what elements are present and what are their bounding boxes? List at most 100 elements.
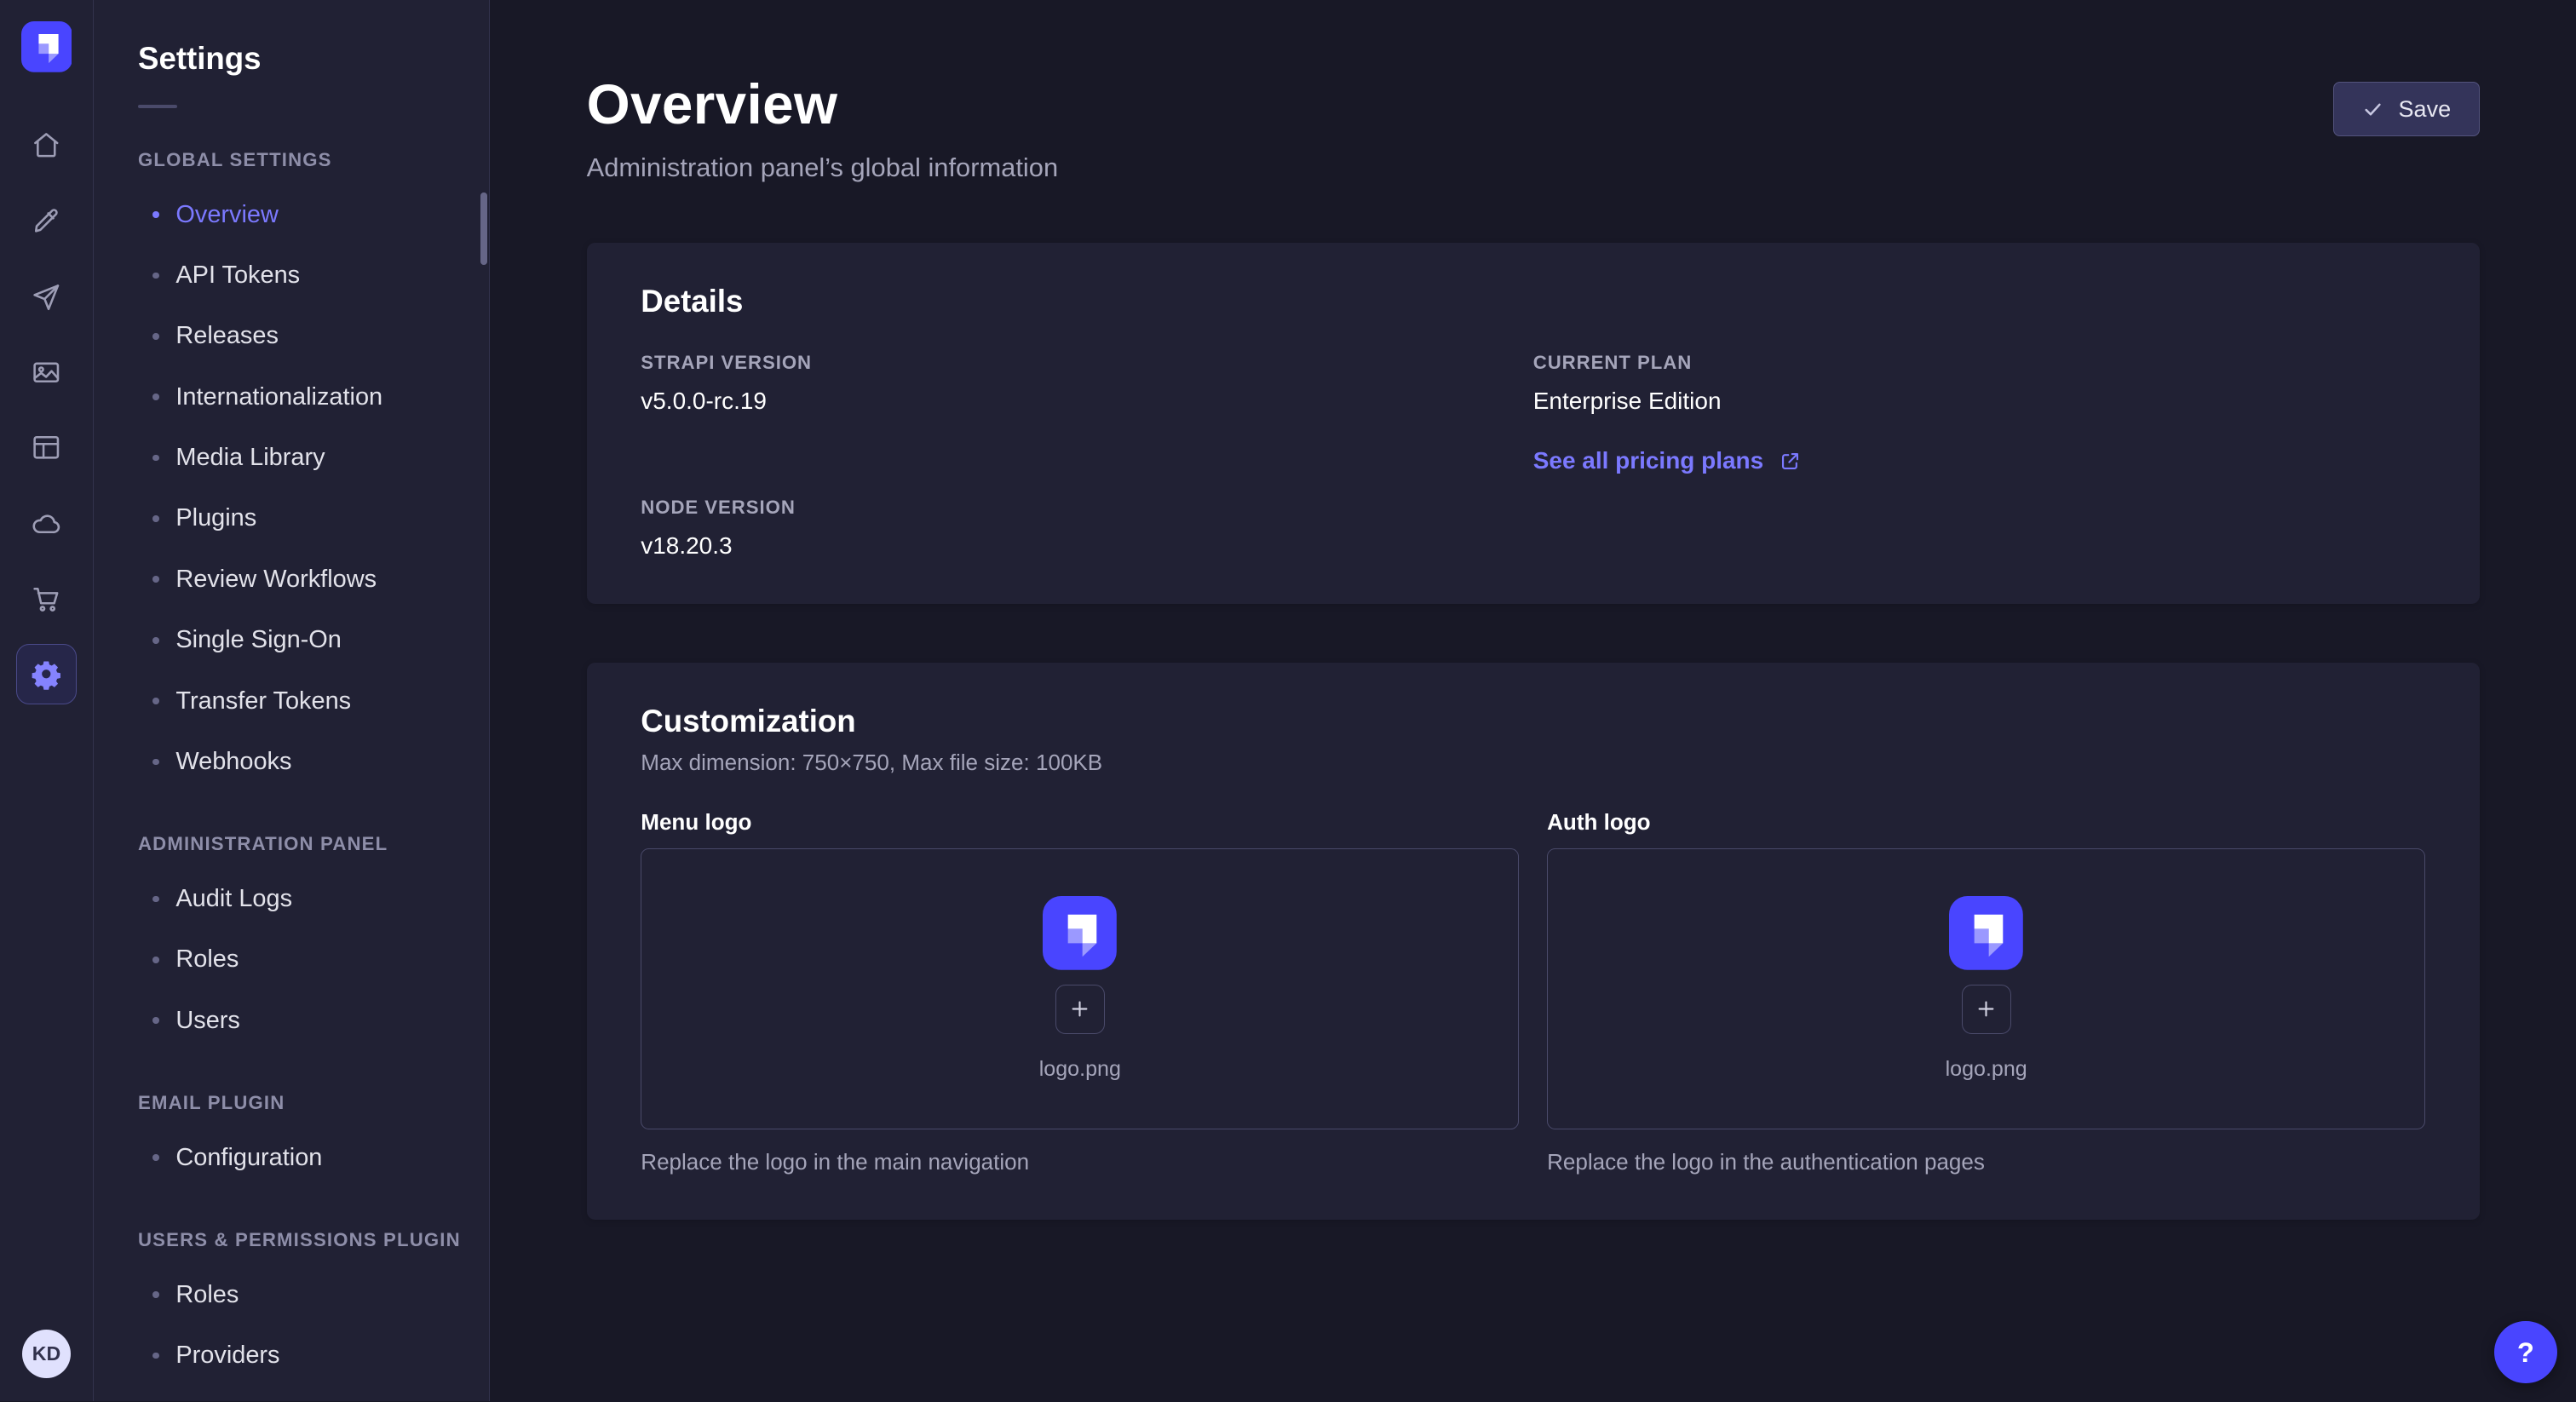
rail-item-paper-plane[interactable] (16, 266, 77, 326)
sidebar-item-label: API Tokens (175, 261, 300, 290)
rail-item-cloud[interactable] (16, 493, 77, 554)
sidebar-item-label: Users (175, 1007, 240, 1035)
bullet-icon (152, 211, 159, 218)
customization-card-subtitle: Max dimension: 750×750, Max file size: 1… (641, 750, 2425, 776)
sidebar-item-single-sign-on[interactable]: Single Sign-On (94, 610, 489, 670)
sidebar-item-providers[interactable]: Providers (94, 1325, 489, 1386)
bullet-icon (152, 1017, 159, 1024)
logo-dropzone[interactable]: logo.png (641, 848, 1519, 1129)
plus-icon (1975, 997, 1998, 1020)
sidebar-item-users[interactable]: Users (94, 990, 489, 1050)
details-card: Details STRAPI VERSION v5.0.0-rc.19 NODE… (587, 243, 2480, 604)
field-value: Enterprise Edition (1533, 388, 2425, 415)
app-window: KD Settings GLOBAL SETTINGSOverviewAPI T… (0, 0, 2576, 1401)
sidebar-item-review-workflows[interactable]: Review Workflows (94, 549, 489, 610)
customization-card-title: Customization (641, 704, 2425, 739)
page-header: Overview Administration panel’s global i… (587, 72, 2480, 183)
sidebar-item-overview[interactable]: Overview (94, 184, 489, 244)
sidebar-item-label: Internationalization (175, 383, 382, 411)
sidebar-section-list: Overview API Tokens Releases Internationali… (94, 184, 489, 792)
paper-plane-icon (30, 280, 63, 313)
sidebar-item-label: Media Library (175, 444, 325, 472)
page-subtitle: Administration panel’s global informatio… (587, 152, 1059, 183)
main-nav-rail: KD (0, 0, 94, 1401)
rail-item-layout[interactable] (16, 417, 77, 478)
sidebar-item-releases[interactable]: Releases (94, 306, 489, 366)
rail-item-cart[interactable] (16, 568, 77, 629)
sidebar-item-label: Providers (175, 1342, 279, 1370)
user-avatar[interactable]: KD (22, 1330, 72, 1379)
logo-dropzone[interactable]: logo.png (1547, 848, 2425, 1129)
sidebar-item-label: Roles (175, 1281, 239, 1309)
bullet-icon (152, 394, 159, 400)
rail-item-settings[interactable] (16, 644, 77, 704)
details-left-column: STRAPI VERSION v5.0.0-rc.19 NODE VERSION… (641, 352, 1532, 559)
sidebar-item-label: Review Workflows (175, 566, 377, 594)
logo-uploader-auth-logo: Auth logologo.pngReplace the logo in the… (1547, 809, 2425, 1175)
field-label: STRAPI VERSION (641, 352, 1532, 374)
sidebar-item-label: Transfer Tokens (175, 687, 351, 715)
sidebar-section-list: Configuration (94, 1127, 489, 1187)
bullet-icon (152, 576, 159, 583)
external-link-icon (1779, 450, 1802, 473)
logo-uploader-label: Auth logo (1547, 809, 2425, 836)
bullet-icon (152, 273, 159, 279)
home-icon (30, 129, 63, 162)
sidebar-item-label: Webhooks (175, 748, 291, 776)
logo-filename: logo.png (1039, 1057, 1121, 1082)
logo-uploader-menu-logo: Menu logologo.pngReplace the logo in the… (641, 809, 1519, 1175)
sidebar-item-label: Overview (175, 201, 279, 229)
rail-item-images[interactable] (16, 342, 77, 402)
details-grid: STRAPI VERSION v5.0.0-rc.19 NODE VERSION… (641, 352, 2425, 559)
bullet-icon (152, 896, 159, 903)
pen-icon (30, 204, 63, 238)
pricing-plans-link[interactable]: See all pricing plans (1533, 447, 1802, 474)
sidebar-item-api-tokens[interactable]: API Tokens (94, 245, 489, 306)
strapi-logo[interactable] (21, 21, 72, 72)
add-logo-button[interactable] (1055, 985, 1105, 1034)
help-button[interactable]: ? (2494, 1321, 2556, 1383)
sidebar-item-label: Single Sign-On (175, 626, 342, 654)
save-button-label: Save (2399, 96, 2452, 123)
sidebar-item-webhooks[interactable]: Webhooks (94, 732, 489, 792)
save-button[interactable]: Save (2333, 82, 2480, 136)
sidebar-item-internationalization[interactable]: Internationalization (94, 367, 489, 428)
page-header-text: Overview Administration panel’s global i… (587, 72, 1059, 183)
gear-icon (30, 658, 63, 691)
bullet-icon (152, 515, 159, 522)
sidebar-item-transfer-tokens[interactable]: Transfer Tokens (94, 670, 489, 731)
images-icon (30, 356, 63, 389)
pricing-plans-link-label: See all pricing plans (1533, 447, 1763, 474)
logo-grid: Menu logologo.pngReplace the logo in the… (641, 809, 2425, 1175)
bullet-icon (152, 637, 159, 644)
sidebar-item-label: Configuration (175, 1144, 322, 1172)
strapi-logo-icon (1043, 896, 1117, 970)
page-title: Overview (587, 72, 1059, 136)
bullet-icon (152, 698, 159, 704)
sidebar-item-audit-logs[interactable]: Audit Logs (94, 869, 489, 929)
logo-filename: logo.png (1946, 1057, 2027, 1082)
sidebar-item-roles[interactable]: Roles (94, 929, 489, 990)
bullet-icon (152, 333, 159, 340)
field-label: NODE VERSION (641, 497, 1532, 519)
add-logo-button[interactable] (1962, 985, 2011, 1034)
details-card-title: Details (641, 284, 2425, 319)
sidebar-title-divider (138, 105, 177, 108)
sidebar-item-media-library[interactable]: Media Library (94, 428, 489, 488)
sidebar-item-roles[interactable]: Roles (94, 1264, 489, 1324)
rail-item-home[interactable] (16, 115, 77, 175)
node-version-field: NODE VERSION v18.20.3 (641, 497, 1532, 559)
sidebar-section-label: EMAIL PLUGIN (94, 1092, 489, 1114)
sidebar-section-list: Audit Logs Roles Users (94, 869, 489, 1051)
field-label: CURRENT PLAN (1533, 352, 2425, 374)
bullet-icon (152, 1154, 159, 1161)
sidebar-item-plugins[interactable]: Plugins (94, 488, 489, 549)
scrollbar-thumb[interactable] (480, 192, 487, 265)
strapi-logo-icon (1949, 896, 2023, 970)
sidebar-title: Settings (94, 41, 489, 77)
sidebar-item-configuration[interactable]: Configuration (94, 1127, 489, 1187)
sidebar-item-label: Roles (175, 945, 239, 974)
layout-icon (30, 431, 63, 464)
rail-item-pen[interactable] (16, 191, 77, 251)
bullet-icon (152, 1353, 159, 1359)
